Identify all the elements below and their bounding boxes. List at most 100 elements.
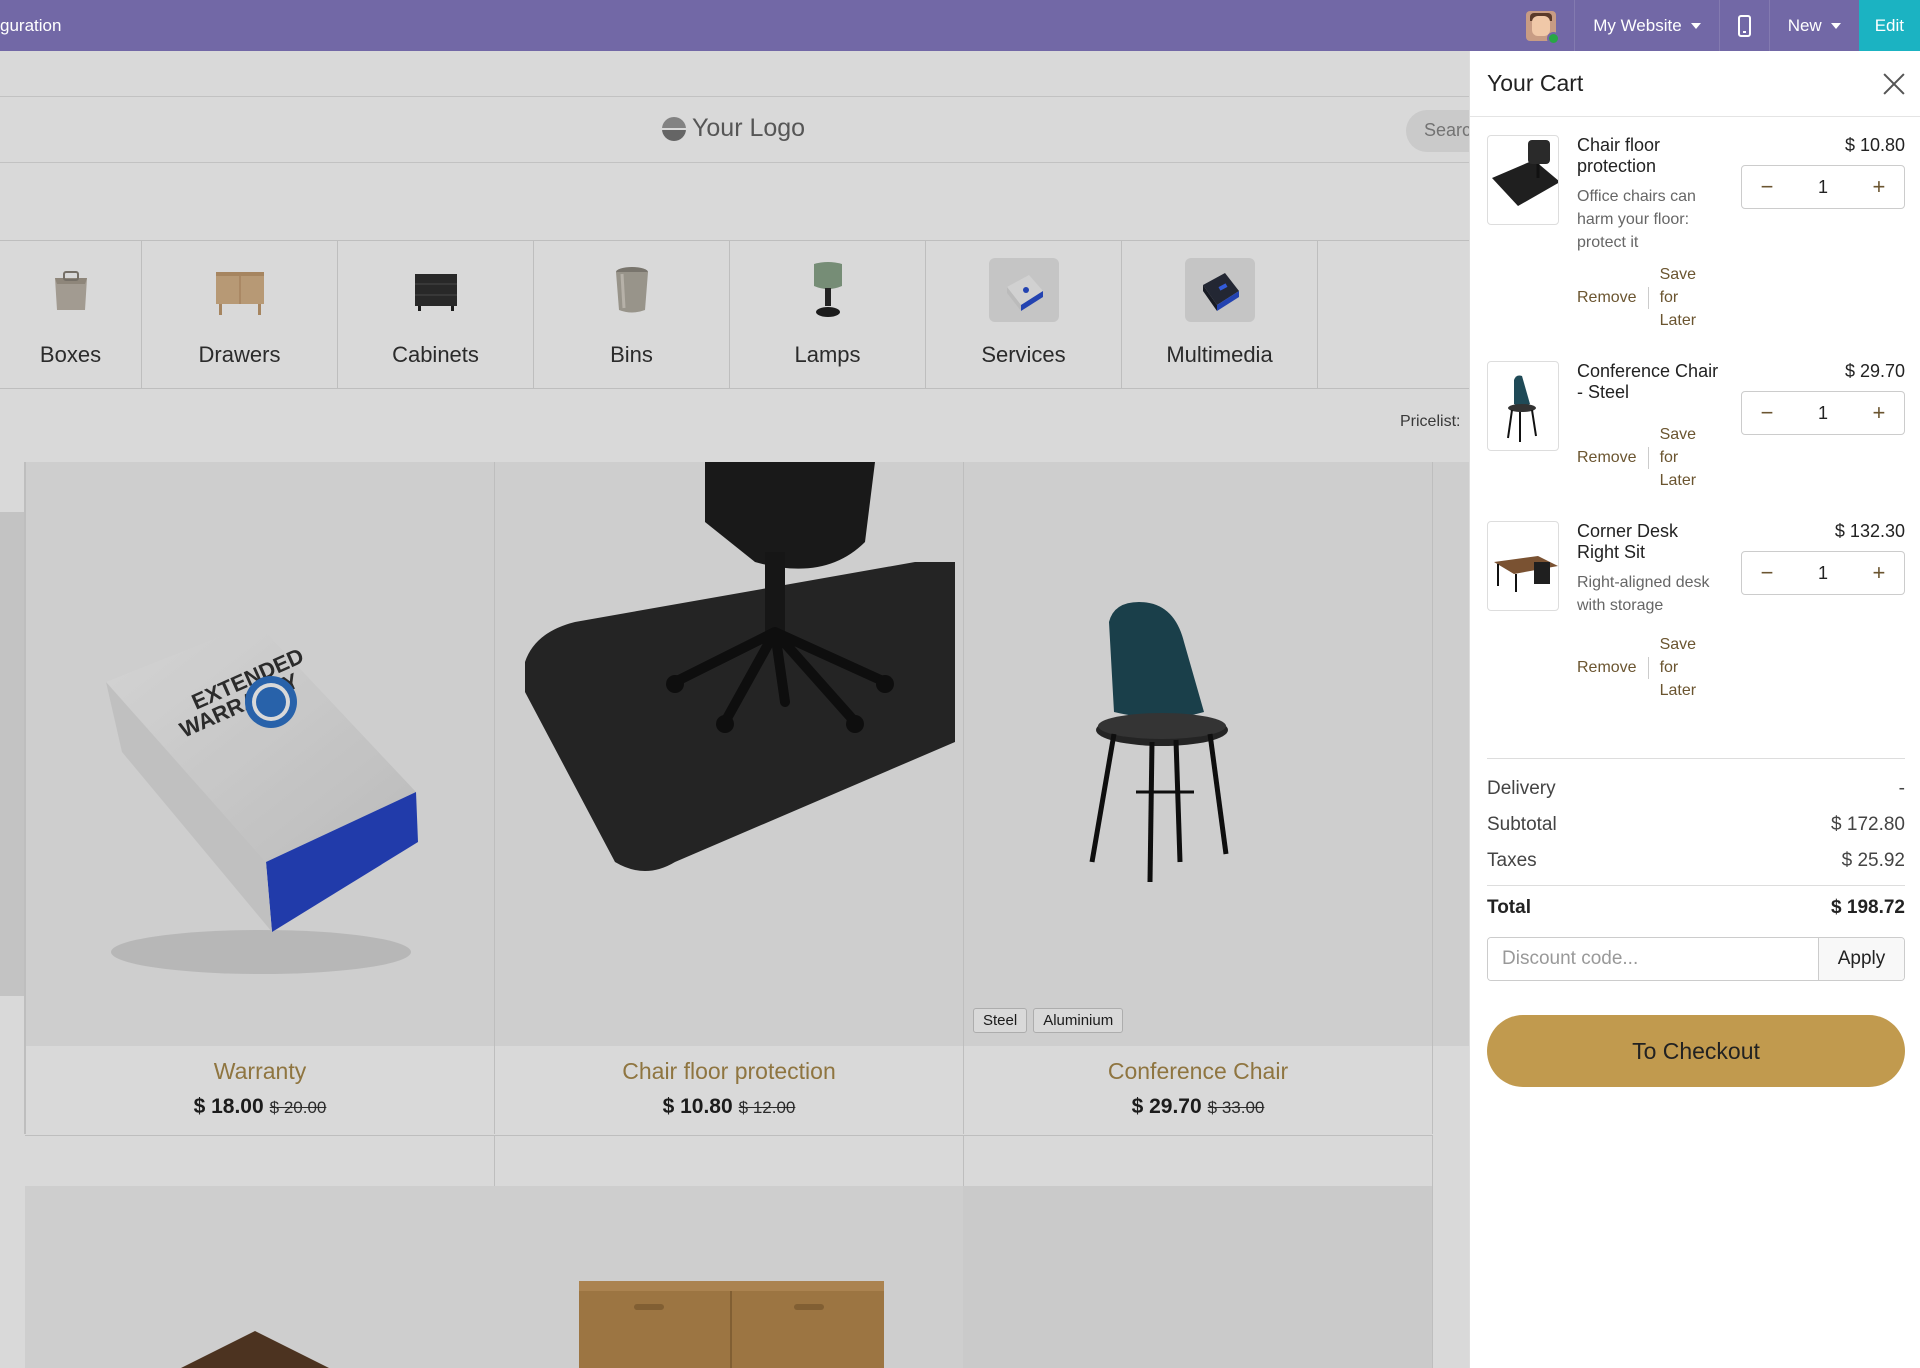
discount-form: Apply	[1487, 937, 1905, 981]
configuration-menu[interactable]: guration	[0, 0, 61, 51]
product-card-partial	[1432, 462, 1469, 1134]
increase-quantity-button[interactable]: +	[1866, 400, 1892, 426]
product-card[interactable]	[963, 1135, 1433, 1368]
quantity-stepper: − 1 +	[1741, 551, 1905, 595]
save-for-later-button[interactable]: Save for Later	[1649, 263, 1699, 332]
decrease-quantity-button[interactable]: −	[1754, 400, 1780, 426]
category-bins[interactable]: Bins	[534, 241, 730, 388]
product-price: $ 18.00 $ 20.00	[193, 1095, 327, 1118]
cart-panel: Your Cart Chair floor protection Office …	[1469, 51, 1920, 1368]
apply-discount-button[interactable]: Apply	[1818, 938, 1904, 980]
decrease-quantity-button[interactable]: −	[1754, 174, 1780, 200]
category-services[interactable]: Services	[926, 241, 1122, 388]
close-icon[interactable]	[1882, 72, 1906, 96]
product-price: $ 29.70 $ 33.00	[1131, 1095, 1265, 1118]
product-card-partial	[0, 462, 25, 1134]
product-grid: EXTENDED WARRANTY Warranty $ 18.00 $ 20.0…	[0, 462, 1469, 1368]
cart-item-name[interactable]: Conference Chair - Steel	[1577, 361, 1722, 403]
product-card[interactable]: Steel Aluminium Conference Chair $ 29.70…	[963, 462, 1433, 1134]
online-status-icon	[1547, 31, 1561, 45]
admin-topbar: guration My Website New Edit	[0, 0, 1920, 51]
chevron-down-icon	[1830, 22, 1841, 29]
edit-button[interactable]: Edit	[1858, 0, 1920, 51]
delivery-value: -	[1898, 778, 1905, 799]
new-label: New	[1787, 15, 1822, 35]
product-image	[494, 1186, 963, 1368]
cart-header: Your Cart	[1470, 51, 1920, 117]
bin-icon	[597, 258, 667, 322]
cart-item-name[interactable]: Corner Desk Right Sit	[1577, 521, 1722, 563]
service-box-icon	[988, 258, 1059, 322]
subtotal-value: $ 172.80	[1831, 814, 1905, 835]
website-page: Your Logo Searc Boxes Drawers Cabinets B…	[0, 51, 1469, 1368]
user-menu[interactable]	[1508, 0, 1574, 51]
variant-tag[interactable]: Aluminium	[1033, 1008, 1124, 1033]
cart-item-price: $ 132.30	[1834, 521, 1905, 541]
save-for-later-button[interactable]: Save for Later	[1649, 423, 1699, 492]
cart-item-price: $ 29.70	[1844, 361, 1905, 381]
category-drawers[interactable]: Drawers	[142, 241, 338, 388]
total-row: Total $ 198.72	[1487, 885, 1905, 929]
mobile-preview-button[interactable]	[1718, 0, 1769, 51]
cart-item-description: Right-aligned desk with storage	[1577, 574, 1710, 614]
product-image	[495, 462, 963, 1046]
category-multimedia[interactable]: Multimedia	[1122, 241, 1318, 388]
site-logo[interactable]: Your Logo	[662, 114, 805, 143]
product-price: $ 10.80 $ 12.00	[662, 1095, 796, 1118]
cabinet-icon	[401, 258, 471, 322]
quantity-value[interactable]: 1	[1818, 563, 1828, 584]
delivery-label: Delivery	[1487, 778, 1556, 799]
product-card[interactable]: EXTENDED WARRANTY Warranty $ 18.00 $ 20.0…	[25, 462, 495, 1134]
remove-button[interactable]: Remove	[1577, 286, 1649, 309]
search-input[interactable]: Searc	[1406, 110, 1469, 152]
category-label: Multimedia	[1166, 342, 1273, 367]
website-switcher[interactable]: My Website	[1574, 0, 1719, 51]
cart-item-image[interactable]	[1487, 521, 1559, 611]
quantity-stepper: − 1 +	[1741, 391, 1905, 435]
increase-quantity-button[interactable]: +	[1866, 560, 1892, 586]
taxes-row: Taxes $ 25.92	[1487, 843, 1905, 879]
logo-text: Your Logo	[692, 114, 806, 142]
remove-button[interactable]: Remove	[1577, 656, 1649, 679]
cart-title: Your Cart	[1487, 70, 1584, 96]
product-title[interactable]: Warranty	[26, 1058, 494, 1085]
remove-button[interactable]: Remove	[1577, 446, 1649, 469]
category-label: Bins	[610, 342, 653, 367]
category-label: Lamps	[794, 342, 861, 367]
cart-item-name[interactable]: Chair floor protection	[1577, 135, 1722, 177]
product-card[interactable]: Chair floor protection $ 10.80 $ 12.00	[494, 462, 964, 1134]
chevron-down-icon	[1690, 22, 1701, 29]
increase-quantity-button[interactable]: +	[1866, 174, 1892, 200]
category-boxes[interactable]: Boxes	[0, 241, 142, 388]
cart-line: Chair floor protection Office chairs can…	[1487, 135, 1905, 345]
variant-tag[interactable]: Steel	[973, 1008, 1028, 1033]
subtotal-label: Subtotal	[1487, 814, 1557, 835]
delivery-row: Delivery -	[1487, 771, 1905, 807]
multimedia-box-icon	[1184, 258, 1255, 322]
cart-item-image[interactable]	[1487, 361, 1559, 451]
product-title[interactable]: Chair floor protection	[495, 1058, 963, 1085]
product-card[interactable]	[25, 1135, 495, 1368]
category-bar: Boxes Drawers Cabinets Bins Lamps Servic…	[0, 240, 1469, 389]
save-for-later-button[interactable]: Save for Later	[1649, 633, 1699, 702]
website-name: My Website	[1593, 15, 1682, 35]
quantity-value[interactable]: 1	[1818, 403, 1828, 424]
checkout-button[interactable]: To Checkout	[1487, 1015, 1905, 1087]
quantity-value[interactable]: 1	[1818, 177, 1828, 198]
category-lamps[interactable]: Lamps	[730, 241, 926, 388]
product-card[interactable]	[494, 1135, 964, 1368]
pricelist-label: Pricelist:	[1400, 413, 1461, 430]
new-content-button[interactable]: New	[1768, 0, 1859, 51]
subtotal-row: Subtotal $ 172.80	[1487, 807, 1905, 843]
taxes-label: Taxes	[1487, 850, 1537, 871]
category-cabinets[interactable]: Cabinets	[338, 241, 534, 388]
decrease-quantity-button[interactable]: −	[1754, 560, 1780, 586]
header-top-strip	[0, 51, 1469, 97]
box-icon	[36, 258, 106, 322]
total-label: Total	[1487, 896, 1531, 918]
cart-item-image[interactable]	[1487, 135, 1559, 225]
discount-code-input[interactable]	[1488, 938, 1818, 980]
logo-icon	[662, 116, 686, 141]
order-summary: Delivery - Subtotal $ 172.80 Taxes $ 25.…	[1487, 758, 1905, 929]
product-title[interactable]: Conference Chair	[964, 1058, 1432, 1085]
